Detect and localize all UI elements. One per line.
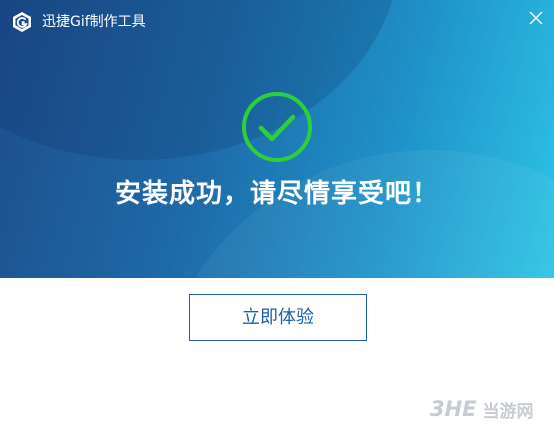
app-logo-icon bbox=[11, 11, 33, 33]
try-now-button[interactable]: 立即体验 bbox=[189, 294, 367, 341]
check-circle-icon bbox=[240, 90, 314, 164]
title-bar: 迅捷Gif制作工具 bbox=[0, 0, 554, 44]
close-icon[interactable] bbox=[524, 6, 548, 30]
site-watermark: 3HE 当游网 bbox=[430, 395, 534, 423]
window-title: 迅捷Gif制作工具 bbox=[42, 14, 146, 30]
watermark-text: 当游网 bbox=[482, 401, 534, 422]
watermark-logo: 3HE bbox=[430, 397, 477, 421]
success-message: 安装成功，请尽情享受吧！ bbox=[114, 179, 439, 209]
close-button[interactable] bbox=[524, 6, 548, 30]
installer-window: 迅捷Gif制作工具 安装成功，请尽情享受吧！ 立即体验 3HE 当游网 bbox=[0, 0, 554, 425]
